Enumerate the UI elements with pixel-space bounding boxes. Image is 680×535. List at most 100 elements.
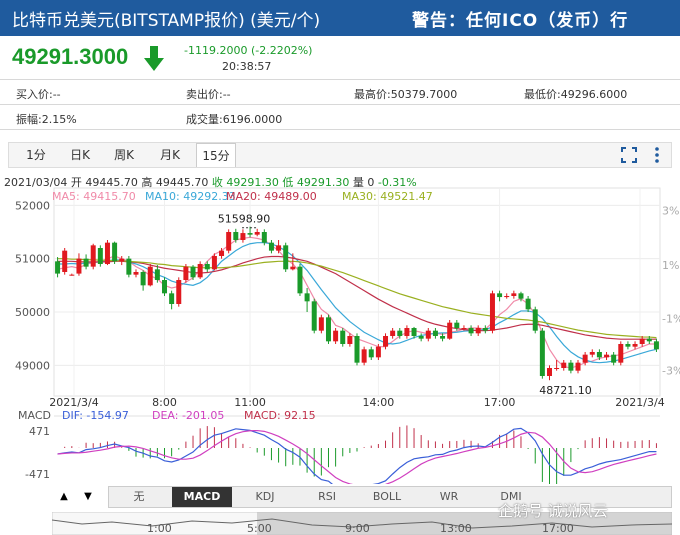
navigator-label: 5:00: [247, 522, 272, 535]
macd-legend-item: DIF: -154.97: [62, 409, 129, 422]
divider: [0, 129, 680, 130]
candle-body: [154, 269, 160, 280]
candle-body: [596, 352, 602, 358]
macd-legend-item: MACD: 92.15: [244, 409, 316, 422]
tab-weekly[interactable]: 周K: [104, 143, 144, 167]
candle-body: [511, 293, 517, 296]
candle-body: [325, 317, 331, 342]
candle-body: [76, 258, 82, 274]
macd-tick-label: -471: [25, 468, 50, 481]
price-chart[interactable]: 52000 51000 50000 49000 3% 1% -1% -3% 2021/3/4 8:…: [0, 172, 680, 484]
macd-legend-item: MACD: [18, 409, 51, 422]
candle-body: [233, 232, 239, 240]
candle-body: [219, 250, 225, 256]
ma30-line: [57, 258, 657, 339]
candle-body: [247, 233, 253, 235]
navigator-label: 1:00: [147, 522, 172, 535]
candle-body: [90, 245, 96, 267]
indicator-tab-none[interactable]: 无: [110, 487, 168, 507]
candle-body: [653, 341, 659, 350]
candle-body: [589, 352, 595, 355]
fullscreen-icon[interactable]: [620, 146, 638, 164]
high-price: 最高价:50379.7000: [354, 88, 458, 101]
pct-tick-label: 1%: [662, 259, 679, 272]
candle-body: [461, 328, 467, 329]
ohlc-field: 2021/03/04: [4, 176, 71, 189]
navigator-label: 17:00: [542, 522, 574, 535]
candle-body: [311, 301, 317, 331]
zoom-in-button[interactable]: ▲: [55, 488, 73, 506]
candle-body: [611, 354, 617, 363]
tab-monthly[interactable]: 月K: [148, 143, 192, 167]
candle-body: [368, 349, 374, 358]
ohlc-field: 量 0: [353, 176, 378, 189]
candle-body: [632, 344, 638, 347]
candle-body: [361, 349, 367, 363]
candle-body: [554, 368, 560, 369]
zoom-out-button[interactable]: ▼: [79, 488, 97, 506]
ohlc-field: 开 49445.70: [71, 176, 141, 189]
candle-body: [276, 245, 282, 251]
indicator-tab-rsi[interactable]: RSI: [298, 487, 356, 507]
candle-body: [126, 258, 132, 275]
candle-body: [440, 336, 446, 339]
candle-body: [546, 368, 552, 376]
candle-body: [646, 338, 652, 342]
candle-body: [333, 330, 339, 342]
min-annotation: 48721.10: [539, 384, 592, 397]
candle-body: [639, 338, 645, 344]
candle-body: [69, 274, 75, 276]
candle-body: [204, 264, 210, 270]
candle-body: [162, 280, 168, 294]
candle-body: [297, 266, 303, 294]
candle-body: [390, 330, 396, 336]
tab-1min[interactable]: 1分: [16, 143, 56, 167]
price-change: -1119.2000 (-2.2202%): [184, 44, 313, 57]
watermark: 企鹅号 诚说风云: [498, 502, 608, 520]
y-tick-label: 52000: [15, 199, 50, 212]
candle-body: [240, 233, 246, 240]
candle-body: [418, 336, 424, 339]
candle-body: [425, 330, 431, 339]
macd-legend-item: DEA: -201.05: [152, 409, 224, 422]
candle-body: [375, 346, 381, 358]
candle-body: [432, 330, 438, 336]
quote-time: 20:38:57: [222, 60, 272, 73]
candle-body: [475, 328, 481, 334]
indicator-tab-macd[interactable]: MACD: [172, 487, 232, 507]
candle-body: [482, 328, 488, 331]
candle-body: [340, 330, 346, 344]
candle-body: [197, 264, 203, 278]
candle-body: [176, 280, 182, 304]
candle-body: [226, 232, 232, 251]
indicator-tab-boll[interactable]: BOLL: [358, 487, 416, 507]
indicator-tab-wr[interactable]: WR: [420, 487, 478, 507]
x-tick-label: 14:00: [363, 396, 395, 409]
candle-body: [497, 293, 503, 298]
down-arrow-icon: [144, 46, 164, 71]
candle-body: [304, 293, 310, 302]
indicator-tab-kdj[interactable]: KDJ: [236, 487, 294, 507]
more-options-icon[interactable]: [648, 146, 666, 164]
candle-body: [518, 293, 524, 299]
tab-daily[interactable]: 日K: [60, 143, 100, 167]
candle-body: [404, 328, 410, 336]
ma-legend-item: MA20: 49489.00: [226, 190, 317, 203]
candle-body: [112, 242, 118, 262]
candle-body: [104, 242, 110, 264]
tab-15min[interactable]: 15分: [196, 143, 236, 167]
x-tick-label: 11:00: [234, 396, 266, 409]
candle-body: [489, 293, 495, 331]
candle-body: [504, 296, 510, 298]
x-tick-label: 17:00: [484, 396, 516, 409]
ohlc-field: 高 49445.70: [141, 175, 211, 189]
ask-price: 卖出价:--: [186, 88, 231, 101]
candle-body: [561, 362, 567, 368]
candle-body: [383, 336, 389, 347]
candle-body: [147, 266, 153, 286]
y-tick-label: 50000: [15, 306, 50, 319]
pct-tick-label: -1%: [662, 312, 680, 325]
volume: 成交量:6196.0000: [186, 113, 283, 126]
candle-body: [411, 328, 417, 336]
candle-body: [62, 250, 68, 272]
